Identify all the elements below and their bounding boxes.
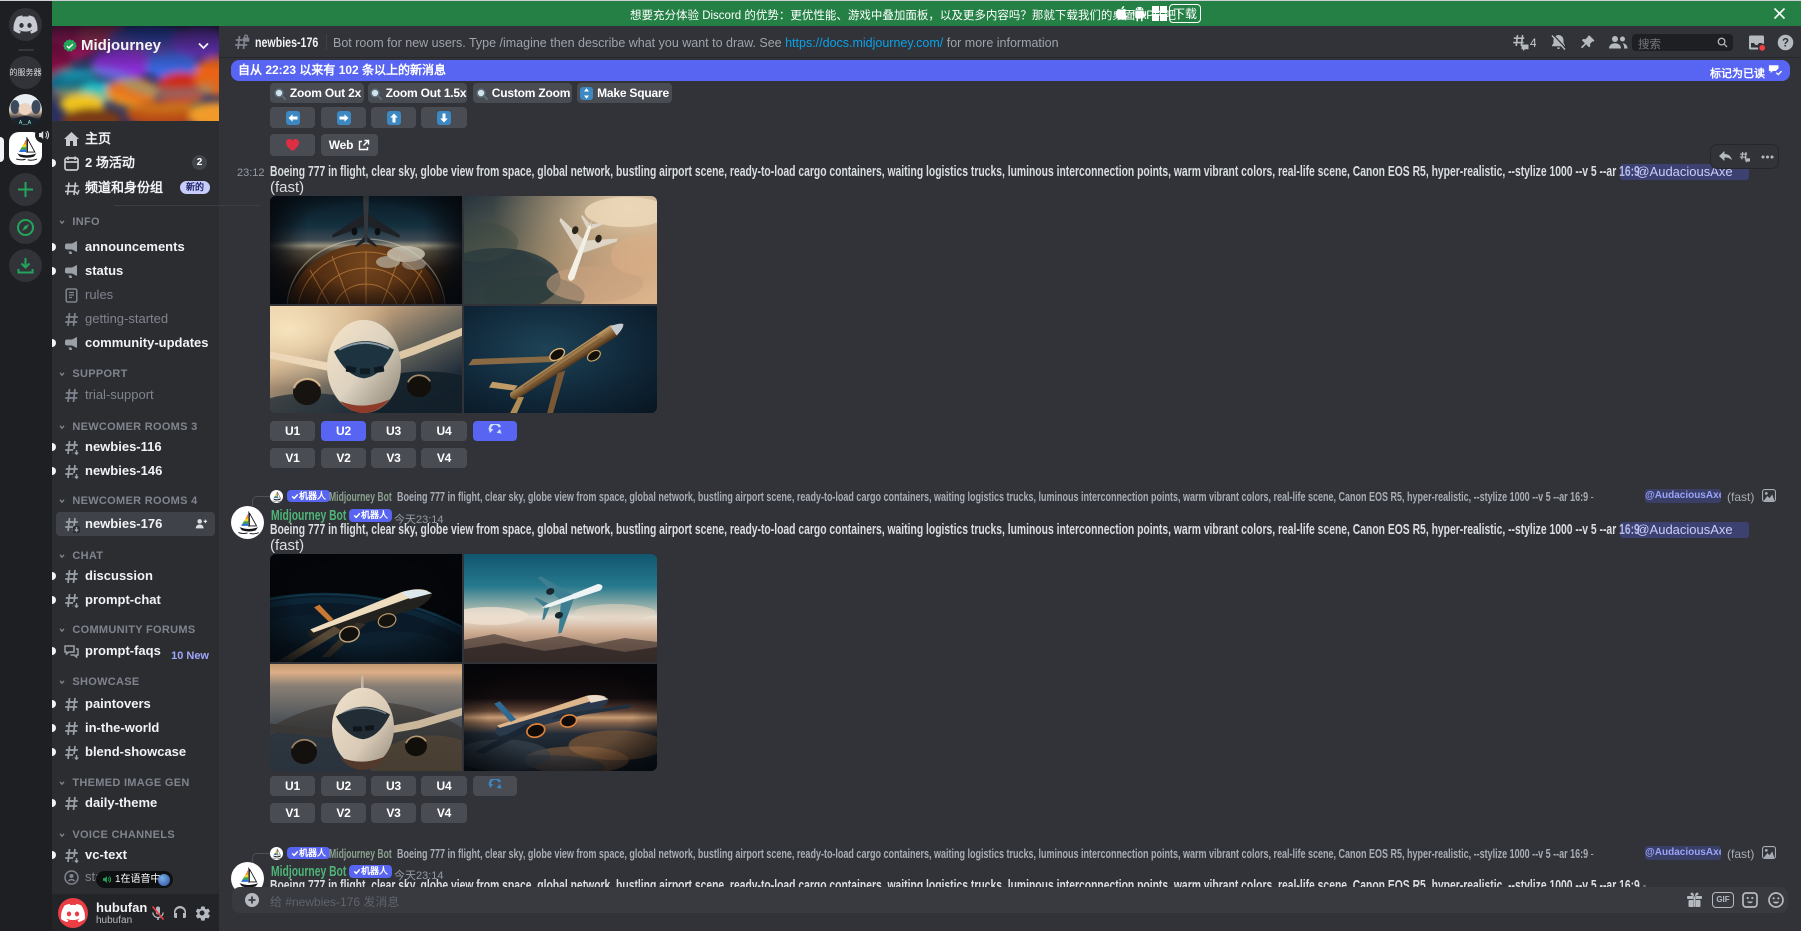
- svg-text:4: 4: [1530, 36, 1536, 50]
- svg-text:A__A: A__A: [19, 120, 32, 126]
- svg-text:?: ?: [1782, 38, 1789, 50]
